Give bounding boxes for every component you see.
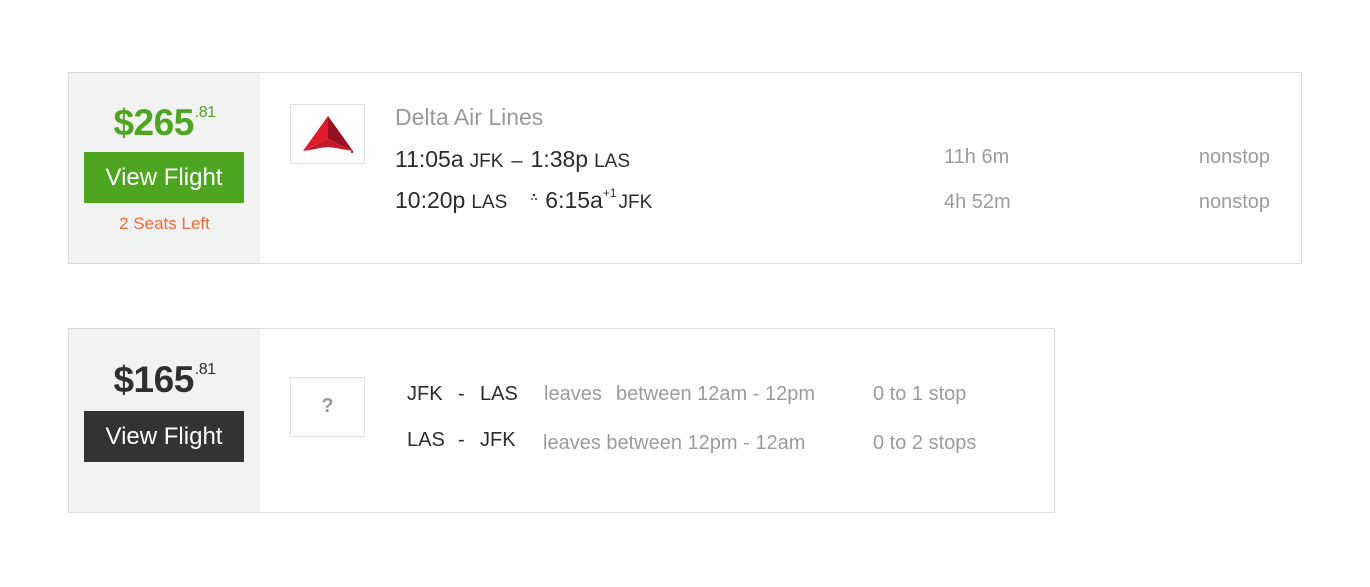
return-leg: 10:20p LAS 6:15a+1 JFK bbox=[395, 186, 652, 216]
leg-duration: 4h 52m bbox=[944, 191, 1011, 213]
airline-logo bbox=[290, 104, 365, 164]
delta-logo-icon bbox=[303, 116, 354, 154]
route-dash: - bbox=[458, 429, 465, 451]
route-leaves-window: leaves between 12pm - 12am bbox=[543, 432, 806, 454]
route-time-window: between 12am - 12pm bbox=[616, 383, 816, 405]
depart-airport: JFK bbox=[469, 151, 504, 172]
price-cents: .81 bbox=[194, 104, 216, 121]
route-stops: 0 to 1 stop bbox=[873, 383, 967, 405]
day-offset: +1 bbox=[602, 186, 617, 200]
depart-time: 11:05a bbox=[395, 146, 464, 172]
route-destination: JFK bbox=[480, 429, 516, 451]
price-panel: $265.81 View Flight 2 Seats Left bbox=[69, 73, 260, 263]
leg-stops: nonstop bbox=[1198, 191, 1270, 213]
question-mark-icon: ? bbox=[321, 395, 334, 417]
price: $265.81 bbox=[69, 102, 260, 144]
flight-result-card: $165.81 View Flight ? JFK - LAS leaves b… bbox=[68, 328, 1055, 513]
view-flight-button[interactable]: View Flight bbox=[84, 152, 244, 203]
leg-duration: 11h 6m bbox=[944, 146, 1010, 168]
price: $165.81 bbox=[69, 359, 260, 401]
depart-airport: LAS bbox=[471, 192, 508, 213]
price-dollars: $165 bbox=[113, 359, 194, 400]
route-origin: LAS bbox=[407, 429, 445, 451]
outbound-leg: 11:05a JFK –1:38p LAS bbox=[395, 146, 630, 173]
route-leaves: leaves bbox=[544, 383, 602, 405]
route-dash: - bbox=[458, 383, 465, 405]
view-flight-button[interactable]: View Flight bbox=[84, 411, 244, 462]
price-dollars: $265 bbox=[113, 102, 194, 143]
arrive-time: 1:38p bbox=[530, 146, 589, 172]
airline-logo-placeholder: ? bbox=[290, 377, 365, 437]
leg-separator: – bbox=[511, 150, 523, 172]
flight-result-card: $265.81 View Flight 2 Seats Left Delta A… bbox=[68, 72, 1302, 264]
leg-stops: nonstop bbox=[1198, 146, 1270, 168]
route-origin: JFK bbox=[407, 383, 443, 405]
seats-left-label: 2 Seats Left bbox=[119, 214, 210, 233]
route-destination: LAS bbox=[480, 383, 518, 405]
depart-time: 10:20p bbox=[395, 187, 466, 213]
moon-icon bbox=[517, 189, 539, 216]
route-stops: 0 to 2 stops bbox=[873, 432, 977, 454]
airline-name: Delta Air Lines bbox=[395, 104, 544, 130]
price-panel: $165.81 View Flight bbox=[69, 329, 260, 512]
arrive-airport: JFK bbox=[618, 192, 653, 213]
price-cents: .81 bbox=[194, 361, 216, 378]
arrive-time: 6:15a bbox=[545, 187, 603, 213]
arrive-airport: LAS bbox=[594, 151, 631, 172]
